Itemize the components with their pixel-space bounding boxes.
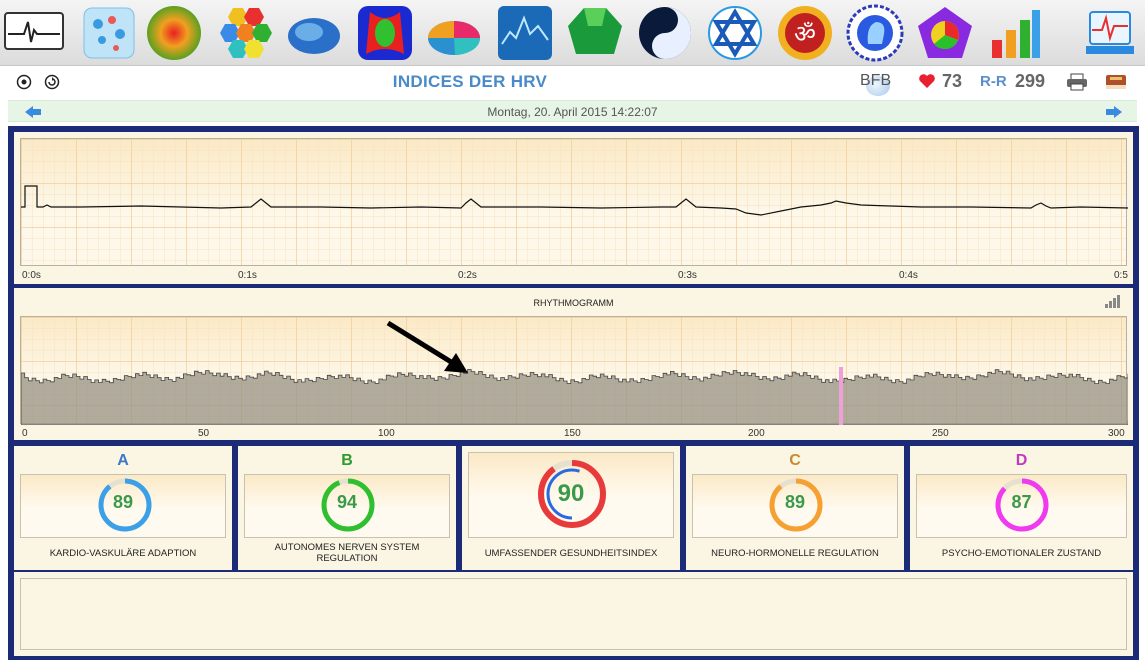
index-a-box: 89 [20, 474, 226, 538]
index-b-value: 94 [336, 492, 358, 512]
bottom-panel [14, 572, 1133, 656]
heart-icon [918, 73, 936, 94]
rhythmogram-tick: 100 [378, 428, 395, 439]
ecg-tick: 0:3s [678, 270, 697, 281]
index-total-box: 90 [468, 452, 674, 538]
yin-yang-icon[interactable] [636, 4, 694, 62]
index-d-caption: PSYCHO-EMOTIONALER ZUSTAND [941, 548, 1102, 559]
ecg-tick: 0:2s [458, 270, 477, 281]
rhythmogram-area [21, 369, 1128, 425]
book-icon[interactable] [1104, 73, 1128, 96]
rhythmogram-plot[interactable] [20, 316, 1128, 425]
index-b-caption: AUTONOMES NERVEN SYSTEM REGULATION [274, 542, 420, 564]
pentagon-icon[interactable] [916, 4, 974, 62]
index-a-card[interactable]: A 89 KARDIO-VASKULÄRE ADAPTION [14, 446, 232, 570]
star-of-david-icon[interactable] [706, 4, 764, 62]
page-title: INDICES DER HRV [392, 72, 548, 91]
pie-chart-icon[interactable] [425, 4, 483, 62]
bar-chart-icon[interactable] [986, 4, 1044, 62]
rhythmogram-tick: 300 [1108, 428, 1125, 439]
rr-value: 299 [1015, 71, 1046, 91]
index-c-value: 89 [784, 492, 806, 512]
top-toolbar: ॐ [0, 0, 1145, 66]
ecg-tick: 0:1s [238, 270, 257, 281]
ecg-tick: 0:0s [22, 270, 41, 281]
rhythmogram-panel: RHYTHMOGRAMM 0 50 100 150 200 250 300 [14, 288, 1133, 440]
rhythmogram-tick: 150 [564, 428, 581, 439]
signal-bars-icon[interactable] [1104, 294, 1120, 313]
heartquest-logo-icon[interactable] [1080, 8, 1140, 58]
index-d-letter: D [1015, 452, 1028, 469]
index-c-caption: NEURO-HORMONELLE REGULATION [711, 548, 879, 559]
spectrum-icon[interactable] [496, 4, 554, 62]
rhythmogram-tick: 50 [198, 428, 210, 439]
brain-icon[interactable] [285, 4, 343, 62]
index-a-value: 89 [112, 492, 134, 512]
index-b-box: 94 [244, 474, 450, 538]
ecg-trace [21, 185, 1128, 216]
head-icon[interactable] [846, 4, 904, 62]
index-c-box: 89 [692, 474, 898, 538]
ecg-tick: 0:5 [1114, 270, 1128, 281]
rr-label: R-R [980, 73, 1007, 90]
index-c-letter: C [789, 452, 801, 469]
ecg-panel: 0:0s 0:1s 0:2s 0:3s 0:4s 0:5 [14, 132, 1133, 284]
emerald-icon[interactable] [566, 4, 624, 62]
rhythmogram-tick: 0 [22, 428, 28, 439]
index-d-value: 87 [1011, 492, 1032, 512]
om-icon[interactable]: ॐ [776, 4, 834, 62]
bottom-panel-inner [20, 578, 1127, 650]
rhythmogram-marker[interactable] [839, 367, 843, 425]
ecg-tick: 0:4s [899, 270, 918, 281]
bfb-button[interactable]: BFB [860, 72, 891, 90]
index-total-caption: UMFASSENDER GESUNDHEITSINDEX [484, 548, 658, 559]
rhythmogram-tick: 250 [932, 428, 949, 439]
next-arrow-icon[interactable] [1105, 105, 1123, 119]
ecg-logo-icon[interactable] [4, 12, 64, 50]
rhythmogram-tick: 200 [748, 428, 765, 439]
index-total-card[interactable]: 90 UMFASSENDER GESUNDHEITSINDEX [462, 446, 680, 570]
heart-rate-value: 73 [942, 71, 963, 91]
index-d-box: 87 [916, 474, 1127, 538]
rhythmogram-title: RHYTHMOGRAMM [533, 298, 614, 308]
session-date: Montag, 20. April 2015 14:22:07 [487, 105, 658, 119]
cells-icon[interactable] [80, 4, 138, 62]
index-b-letter: B [341, 452, 353, 469]
main-frame: 0:0s 0:1s 0:2s 0:3s 0:4s 0:5 RHYTHMOGRAM… [8, 126, 1139, 660]
index-a-letter: A [117, 452, 129, 469]
rhythmogram-trace [21, 367, 1128, 425]
index-b-card[interactable]: B 94 AUTONOMES NERVEN SYSTEM REGULATION [238, 446, 456, 570]
index-total-value: 90 [557, 480, 585, 507]
header-row: INDICES DER HRV BFB 73 R-R 299 [0, 66, 1145, 98]
ecg-plot[interactable] [20, 138, 1128, 266]
svg-text:ॐ: ॐ [794, 20, 816, 48]
print-icon[interactable] [1066, 73, 1088, 96]
annotation-arrow-icon [386, 320, 468, 373]
hexagons-icon[interactable] [215, 4, 273, 62]
body-scan-icon[interactable] [356, 4, 414, 62]
index-d-card[interactable]: D 87 PSYCHO-EMOTIONALER ZUSTAND [910, 446, 1133, 570]
date-navigation-bar: Montag, 20. April 2015 14:22:07 [8, 100, 1137, 122]
heat-sphere-icon[interactable] [145, 4, 203, 62]
index-c-card[interactable]: C 89 NEURO-HORMONELLE REGULATION [686, 446, 904, 570]
index-a-caption: KARDIO-VASKULÄRE ADAPTION [49, 548, 197, 559]
